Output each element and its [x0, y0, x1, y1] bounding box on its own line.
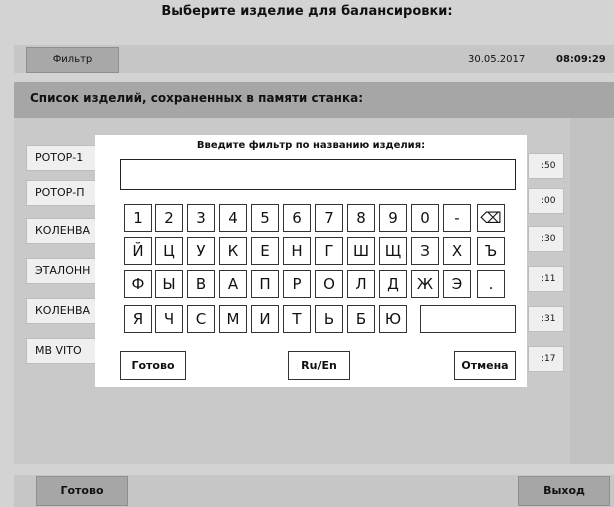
keyboard-key[interactable]: Й [124, 237, 152, 265]
keyboard-key[interactable]: . [477, 270, 505, 298]
language-toggle-button[interactable]: Ru/En [288, 351, 350, 380]
keyboard-key[interactable]: Р [283, 270, 311, 298]
keyboard-key[interactable]: П [251, 270, 279, 298]
keyboard-key[interactable]: 7 [315, 204, 343, 232]
list-side-panel [570, 118, 614, 464]
keyboard-key[interactable]: Ц [155, 237, 183, 265]
keyboard-key[interactable]: Н [283, 237, 311, 265]
keyboard-key[interactable]: Ж [411, 270, 439, 298]
keyboard-key[interactable]: Э [443, 270, 471, 298]
keyboard-key[interactable]: С [187, 305, 215, 333]
keyboard-key[interactable]: 9 [379, 204, 407, 232]
keyboard-key[interactable]: Ъ [477, 237, 505, 265]
keyboard-key[interactable]: В [187, 270, 215, 298]
list-item-time: :50 [528, 153, 564, 179]
keyboard-key[interactable]: У [187, 237, 215, 265]
keyboard-key[interactable]: А [219, 270, 247, 298]
keyboard-key[interactable]: Ф [124, 270, 152, 298]
keyboard-key[interactable]: 5 [251, 204, 279, 232]
keyboard-key[interactable]: 3 [187, 204, 215, 232]
keyboard-key[interactable]: О [315, 270, 343, 298]
dialog-done-button[interactable]: Готово [120, 351, 186, 380]
keyboard-key[interactable]: Г [315, 237, 343, 265]
keyboard-key[interactable]: Х [443, 237, 471, 265]
dialog-cancel-button[interactable]: Отмена [454, 351, 516, 380]
keyboard-key[interactable]: Ь [315, 305, 343, 333]
keyboard-key[interactable]: 0 [411, 204, 439, 232]
keyboard-key[interactable]: Ч [155, 305, 183, 333]
keyboard-key[interactable]: Ю [379, 305, 407, 333]
window-title: Выберите изделие для балансировки: [0, 0, 614, 24]
keyboard-key[interactable]: К [219, 237, 247, 265]
keyboard-key[interactable]: Л [347, 270, 375, 298]
list-item-time: :30 [528, 226, 564, 252]
keyboard-key[interactable]: Е [251, 237, 279, 265]
filter-dialog-title: Введите фильтр по названию изделия: [196, 140, 426, 151]
list-item-time: :17 [528, 346, 564, 372]
keyboard-key[interactable]: 6 [283, 204, 311, 232]
keyboard-key[interactable]: 1 [124, 204, 152, 232]
backspace-icon[interactable]: ⌫ [477, 204, 505, 232]
list-item-time: :00 [528, 188, 564, 214]
time-display: 08:09:29 [556, 54, 606, 65]
keyboard-key[interactable]: 2 [155, 204, 183, 232]
filter-button[interactable]: Фильтр [26, 47, 119, 73]
filter-input[interactable] [120, 159, 516, 190]
keyboard-key[interactable]: И [251, 305, 279, 333]
exit-button[interactable]: Выход [518, 476, 610, 506]
keyboard-key[interactable]: - [443, 204, 471, 232]
date-display: 30.05.2017 [468, 54, 526, 65]
keyboard-key[interactable]: Ш [347, 237, 375, 265]
keyboard-key[interactable]: З [411, 237, 439, 265]
list-item-time: :11 [528, 266, 564, 292]
keyboard-key[interactable]: Ы [155, 270, 183, 298]
keyboard-key[interactable]: Т [283, 305, 311, 333]
list-item-time: :31 [528, 306, 564, 332]
list-header-label: Список изделий, сохраненных в памяти ста… [30, 91, 364, 105]
keyboard-key[interactable]: 8 [347, 204, 375, 232]
keyboard-key[interactable]: Б [347, 305, 375, 333]
keyboard-key[interactable]: М [219, 305, 247, 333]
space-key[interactable] [420, 305, 516, 333]
keyboard-key[interactable]: Д [379, 270, 407, 298]
keyboard-key[interactable]: Щ [379, 237, 407, 265]
done-button[interactable]: Готово [36, 476, 128, 506]
keyboard-key[interactable]: 4 [219, 204, 247, 232]
keyboard-key[interactable]: Я [124, 305, 152, 333]
